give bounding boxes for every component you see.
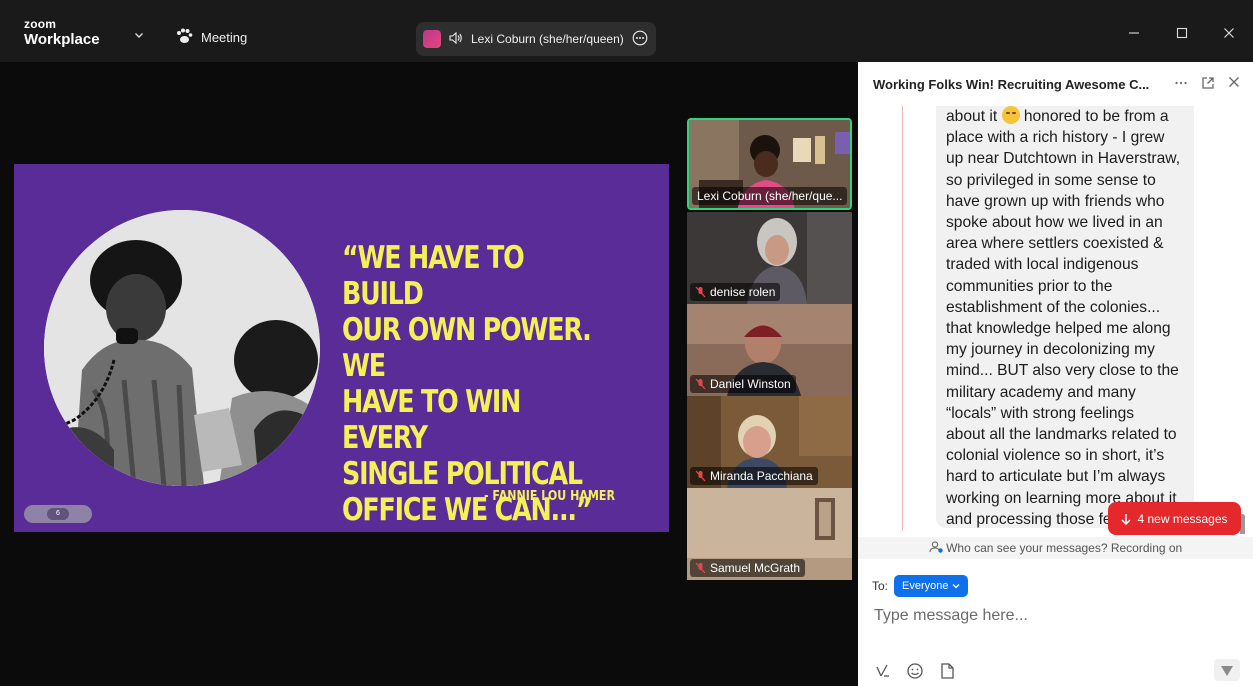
message-line: mind... BUT also very close to the [946, 362, 1179, 380]
slide-photo [44, 210, 320, 486]
slide-page-indicator: 6 [24, 505, 92, 523]
message-line: spoke about how we lived in an [946, 214, 1163, 232]
slide-attribution: - FANNIE LOU HAMER [484, 489, 615, 504]
message-line: place with a rich history - I grew [946, 129, 1165, 147]
file-icon[interactable] [938, 662, 956, 680]
chat-title: Working Folks Win! Recruiting Awesome C.… [873, 76, 1150, 92]
participant-name: Samuel McGrath [710, 561, 801, 575]
message-text: honored to be from a [1019, 108, 1169, 125]
participant-name-label: Daniel Winston [690, 375, 796, 393]
thread-line [902, 106, 903, 531]
message-line: “locals” with strong feelings [946, 404, 1135, 422]
format-text-icon[interactable] [874, 662, 892, 680]
privacy-text: Who can see your messages? Recording on [946, 541, 1183, 555]
mic-muted-icon [695, 562, 706, 574]
participant-name: Daniel Winston [710, 377, 791, 391]
chat-header: Working Folks Win! Recruiting Awesome C.… [858, 62, 1253, 106]
mic-muted-icon [695, 470, 706, 482]
mic-muted-icon [695, 286, 706, 298]
to-label: To: [872, 579, 889, 593]
message-input[interactable] [874, 607, 1234, 625]
participant-tile[interactable]: Miranda Pacchiana [687, 396, 852, 488]
message-line: have grown up with friends who [946, 192, 1165, 210]
recipient-dropdown[interactable]: Everyone [894, 575, 968, 597]
slide-quote: “WE HAVE TO BUILD OUR OWN POWER. WE HAVE… [342, 240, 593, 528]
meeting-label: Meeting [201, 30, 248, 45]
message-line: military academy and many [946, 383, 1136, 401]
privacy-notice[interactable]: Who can see your messages? Recording on [858, 537, 1253, 559]
zoom-workplace-logo[interactable]: zoom Workplace [24, 18, 100, 47]
participant-name: Lexi Coburn (she/her/que... [697, 189, 843, 203]
smiling-face-emoji-icon [1001, 106, 1020, 124]
shared-screen-slide: “WE HAVE TO BUILD OUR OWN POWER. WE HAVE… [14, 164, 669, 532]
message-line: my journey in decolonizing my [946, 341, 1155, 359]
arrow-down-icon [1121, 513, 1131, 525]
participant-tile[interactable]: Samuel McGrath [687, 488, 852, 580]
message-line: so privileged in some sense to [946, 171, 1156, 189]
brand-top: zoom [24, 17, 57, 31]
minimize-icon[interactable] [1123, 26, 1145, 42]
chat-panel: Working Folks Win! Recruiting Awesome C.… [858, 62, 1253, 686]
message-line: communities prior to the [946, 277, 1113, 295]
participant-tile[interactable]: Daniel Winston [687, 304, 852, 396]
chat-composer: To: Everyone [858, 559, 1253, 686]
brand-bottom: Workplace [24, 31, 100, 48]
send-button[interactable] [1214, 659, 1240, 681]
speaker-volume-icon [449, 31, 463, 47]
chevron-down-icon[interactable] [134, 30, 144, 40]
participant-name-label: denise rolen [690, 283, 781, 301]
message-text: about it [946, 108, 998, 125]
chat-messages[interactable]: about it honored to be from a place with… [858, 106, 1253, 534]
message-line: hard to articulate but I’m always [946, 468, 1166, 486]
participant-tile[interactable]: Lexi Coburn (she/her/que... [687, 118, 852, 210]
slide-page-number: 6 [47, 508, 69, 520]
more-options-icon[interactable] [632, 30, 648, 49]
message-line: area where settlers coexisted & [946, 235, 1164, 253]
new-messages-button[interactable]: 4 new messages [1108, 502, 1241, 535]
new-messages-label: 4 new messages [1137, 511, 1228, 526]
message-line: about it honored to be from a [946, 106, 1184, 127]
recipient-row: To: Everyone [872, 575, 968, 597]
message-line: about all the landmarks related to [946, 426, 1177, 444]
message-line: colonial violence so in short, it’s [946, 447, 1165, 465]
participant-name: Miranda Pacchiana [710, 469, 813, 483]
active-speaker-pill[interactable]: Lexi Coburn (she/her/queen) [416, 22, 656, 56]
speaker-avatar [423, 30, 441, 48]
chevron-down-icon [952, 584, 960, 589]
participant-name-label: Miranda Pacchiana [690, 467, 818, 485]
message-line: up near Dutchtown in Haverstraw, [946, 150, 1181, 168]
maximize-icon[interactable] [1171, 26, 1193, 42]
active-speaker-name: Lexi Coburn (she/her/queen) [471, 32, 624, 46]
participant-name-label: Samuel McGrath [690, 559, 806, 577]
emoji-icon[interactable] [906, 662, 924, 680]
chat-message-bubble: about it honored to be from a place with… [936, 106, 1194, 528]
message-line: that knowledge helped me along [946, 320, 1171, 338]
zoom-window: zoom Workplace Meeting Lexi Coburn (she/… [0, 0, 1253, 686]
participant-tile[interactable]: denise rolen [687, 212, 852, 304]
message-line: traded with local indigenous [946, 256, 1139, 274]
close-chat-icon[interactable] [1226, 76, 1242, 92]
paw-icon [175, 28, 193, 47]
participant-name: denise rolen [710, 285, 776, 299]
send-icon [1221, 666, 1233, 676]
participant-name-label: Lexi Coburn (she/her/que... [692, 187, 848, 205]
message-line: establishment of the colonies... [946, 298, 1161, 316]
mic-muted-icon [695, 378, 706, 390]
pop-out-icon[interactable] [1200, 76, 1216, 92]
meeting-button[interactable]: Meeting [175, 28, 247, 47]
close-icon[interactable] [1218, 26, 1240, 42]
more-options-icon[interactable] [1173, 76, 1189, 92]
person-visibility-icon [929, 541, 943, 553]
recipient-value: Everyone [902, 580, 949, 592]
title-bar: zoom Workplace Meeting Lexi Coburn (she/… [0, 0, 1253, 62]
